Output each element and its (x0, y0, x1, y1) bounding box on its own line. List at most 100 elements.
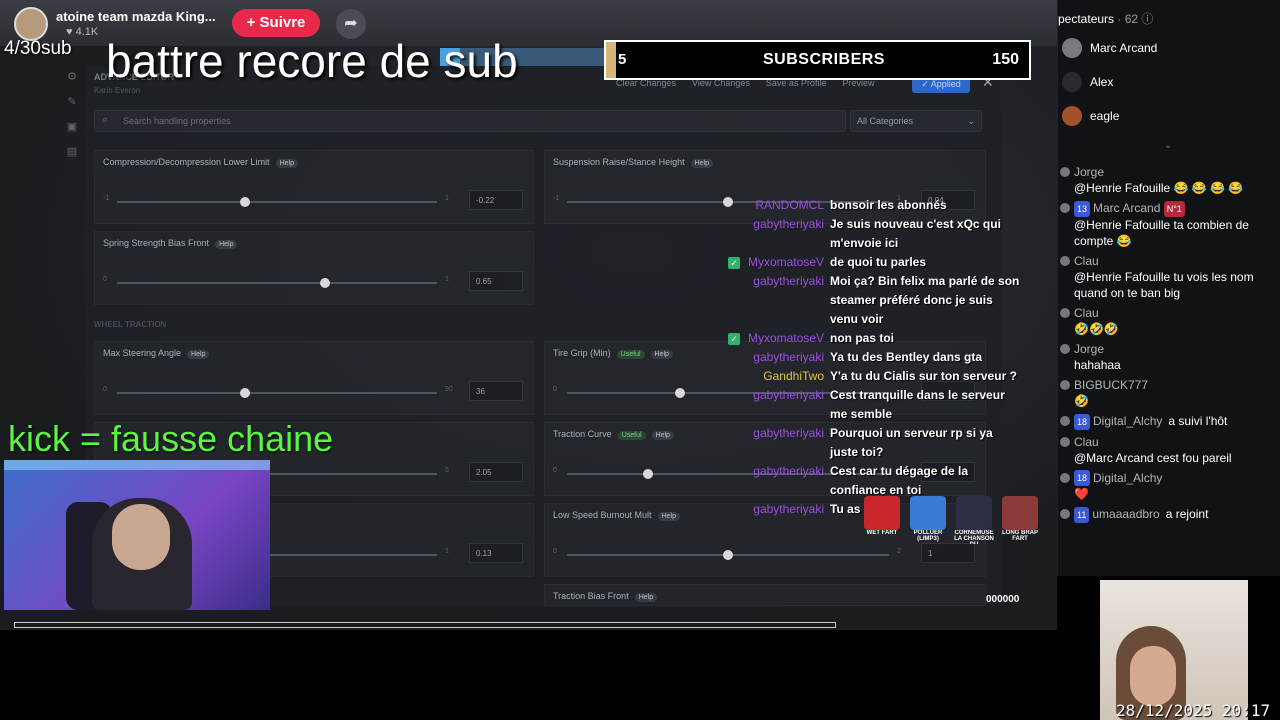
help-badge[interactable]: Help (650, 350, 673, 359)
prop-card: Traction Bias Front Help (544, 584, 986, 606)
value-input[interactable]: 1 (921, 543, 975, 563)
chat-username[interactable]: Clau (1074, 435, 1099, 449)
chat-username-text: MyxomatoseV (747, 331, 824, 345)
info-icon[interactable]: ⓘ (1141, 12, 1153, 26)
slider-knob[interactable] (240, 197, 250, 207)
chat-username[interactable]: Jorge (1074, 165, 1104, 179)
wrench-icon: ✎ (67, 96, 77, 108)
bottom-counter: 000000 (986, 594, 1020, 605)
slider-knob[interactable] (643, 469, 653, 479)
sidebar-chat-message: 11 umaaaadbro a rejoint (1058, 506, 1280, 524)
chat-username[interactable]: Clau (1074, 254, 1099, 268)
chat-message-text: a rejoint (1165, 507, 1209, 522)
search-input[interactable] (123, 116, 723, 126)
slider-min: 0 (553, 386, 557, 393)
search-box[interactable]: ⌕ (94, 110, 846, 132)
subscriber-badge-icon: ✓ (727, 256, 740, 269)
streamer-webcam (4, 460, 270, 610)
help-badge[interactable]: Help (634, 593, 658, 602)
sidebar-chat-message: Jorge hahahaa (1058, 341, 1280, 373)
chat-message-text: @Henrie Fafouille 😂 😂 😂 😂 (1074, 181, 1244, 195)
prop-card: Max Steering Angle Help 0 90 36 (94, 341, 534, 415)
slider-track[interactable] (117, 278, 437, 288)
slider-min: 0 (553, 548, 557, 555)
sidebar-chat-message: 18 Digital_Alchy a suivi l'hôt (1058, 413, 1280, 430)
chat-username[interactable]: gabytheriyaki (724, 215, 830, 253)
chat-username[interactable]: gabytheriyaki (724, 348, 830, 367)
value-input[interactable]: -0.22 (469, 190, 523, 210)
category-select[interactable]: All Categories ⌄ (850, 110, 982, 132)
help-badge[interactable]: Help (275, 159, 298, 168)
chat-username[interactable]: gabytheriyaki (724, 462, 830, 500)
chat-username[interactable]: Digital_Alchy (1093, 471, 1162, 485)
chat-username[interactable]: gabytheriyaki (724, 500, 830, 519)
spectator-name: Marc Arcand (1090, 41, 1158, 55)
chat-username-text: gabytheriyaki (753, 217, 824, 231)
sub-counter: 4/30sub (4, 38, 72, 59)
help-badge[interactable]: Help (657, 512, 680, 521)
sub-months-badge: 11 (1074, 507, 1090, 524)
avatar (1060, 255, 1070, 266)
avatar (1062, 106, 1082, 126)
overlay-chat-message: gabytheriyaki Moi ça? Bin felix ma parlé … (724, 272, 1024, 329)
section-label: WHEEL TRACTION (94, 320, 167, 329)
avatar (1060, 343, 1070, 354)
chat-username-text: gabytheriyaki (753, 464, 824, 478)
chat-username[interactable]: Clau (1074, 306, 1099, 320)
chat-message-text: Pourquoi un serveur rp si ya juste toi? (830, 426, 993, 459)
spectator-name: Alex (1090, 75, 1114, 89)
sub-goal-target: 150 (992, 51, 1019, 68)
value-input[interactable]: 0.65 (469, 271, 523, 291)
help-badge[interactable]: Help (690, 159, 713, 168)
chat-username[interactable]: BIGBUCK777 (1074, 378, 1148, 392)
spectator-item[interactable]: Marc Arcand (1062, 36, 1157, 60)
sub-goal-current: 5 (618, 51, 627, 68)
stream-video: ⚙ ✎ ▣ ▤ ADVANCE EDITOR Karin Everon Clea… (0, 0, 1057, 630)
avatar (1060, 379, 1070, 390)
chat-username[interactable]: Marc Arcand (1093, 201, 1160, 215)
chat-username[interactable]: ✓ MyxomatoseV (724, 253, 830, 272)
chevron-down-icon[interactable]: ⌄ (1164, 140, 1172, 151)
spectators-count: · 62 (1117, 12, 1139, 26)
chat-username-text: gabytheriyaki (753, 426, 824, 440)
chat-username[interactable]: gabytheriyaki (724, 424, 830, 462)
alerts-strip: WET FART POLLUER (LIMP3) CORNEMUSE LA CHAN… (862, 496, 1052, 546)
slider-knob[interactable] (675, 388, 685, 398)
avatar (1060, 203, 1070, 213)
slider-knob[interactable] (320, 278, 330, 288)
video-progress-bar[interactable] (14, 622, 836, 628)
spectator-item[interactable]: eagle (1062, 104, 1119, 128)
spectators-label: pectateurs (1058, 12, 1115, 26)
value-input[interactable]: 2.05 (469, 462, 523, 482)
chat-username[interactable]: gabytheriyaki (724, 386, 830, 424)
chat-username[interactable]: gabytheriyaki (724, 272, 830, 329)
follow-button[interactable]: + Suivre (232, 9, 320, 37)
slider-track[interactable] (117, 388, 437, 398)
chat-username[interactable]: ✓ MyxomatoseV (724, 329, 830, 348)
slider-track[interactable] (567, 550, 889, 560)
editor-side-rail: ⚙ ✎ ▣ ▤ (62, 70, 82, 190)
help-badge[interactable]: Help (651, 431, 674, 440)
slider-knob[interactable] (723, 550, 733, 560)
chat-username[interactable]: GandhiTwo (724, 367, 830, 386)
chat-username[interactable]: umaaaadbro (1092, 507, 1159, 521)
sidebar-chat-message: 13 Marc Arcand N°1 @Henrie Fafouille ta co… (1058, 200, 1280, 249)
help-badge[interactable]: Help (187, 350, 210, 359)
chat-username[interactable]: Jorge (1074, 342, 1104, 356)
alert-image (910, 496, 946, 530)
slider-track[interactable] (117, 197, 437, 207)
avatar[interactable] (14, 7, 48, 41)
chat-username[interactable]: Digital_Alchy (1093, 414, 1162, 428)
streamer-name[interactable]: atoine team mazda King... (56, 9, 216, 24)
chat-message-text: Ya tu des Bentley dans gta (830, 350, 983, 364)
value-input[interactable]: 36 (469, 381, 523, 401)
help-badge[interactable]: Help (215, 240, 238, 249)
spectator-item[interactable]: Alex (1062, 70, 1113, 94)
overlay-chat-message: gabytheriyaki Ya tu des Bentley dans gta (724, 348, 1024, 367)
chat-username[interactable]: RANDOMCL (724, 196, 830, 215)
slider-max: 90 (445, 386, 453, 393)
alert-label: CORNEMUSE LA CHANSON DU GÉNÉRIQUE TÉLÉ-Q… (954, 530, 994, 544)
slider-knob[interactable] (240, 388, 250, 398)
value-input[interactable]: 0.13 (469, 543, 523, 563)
alert-label: WET FART (866, 530, 898, 536)
